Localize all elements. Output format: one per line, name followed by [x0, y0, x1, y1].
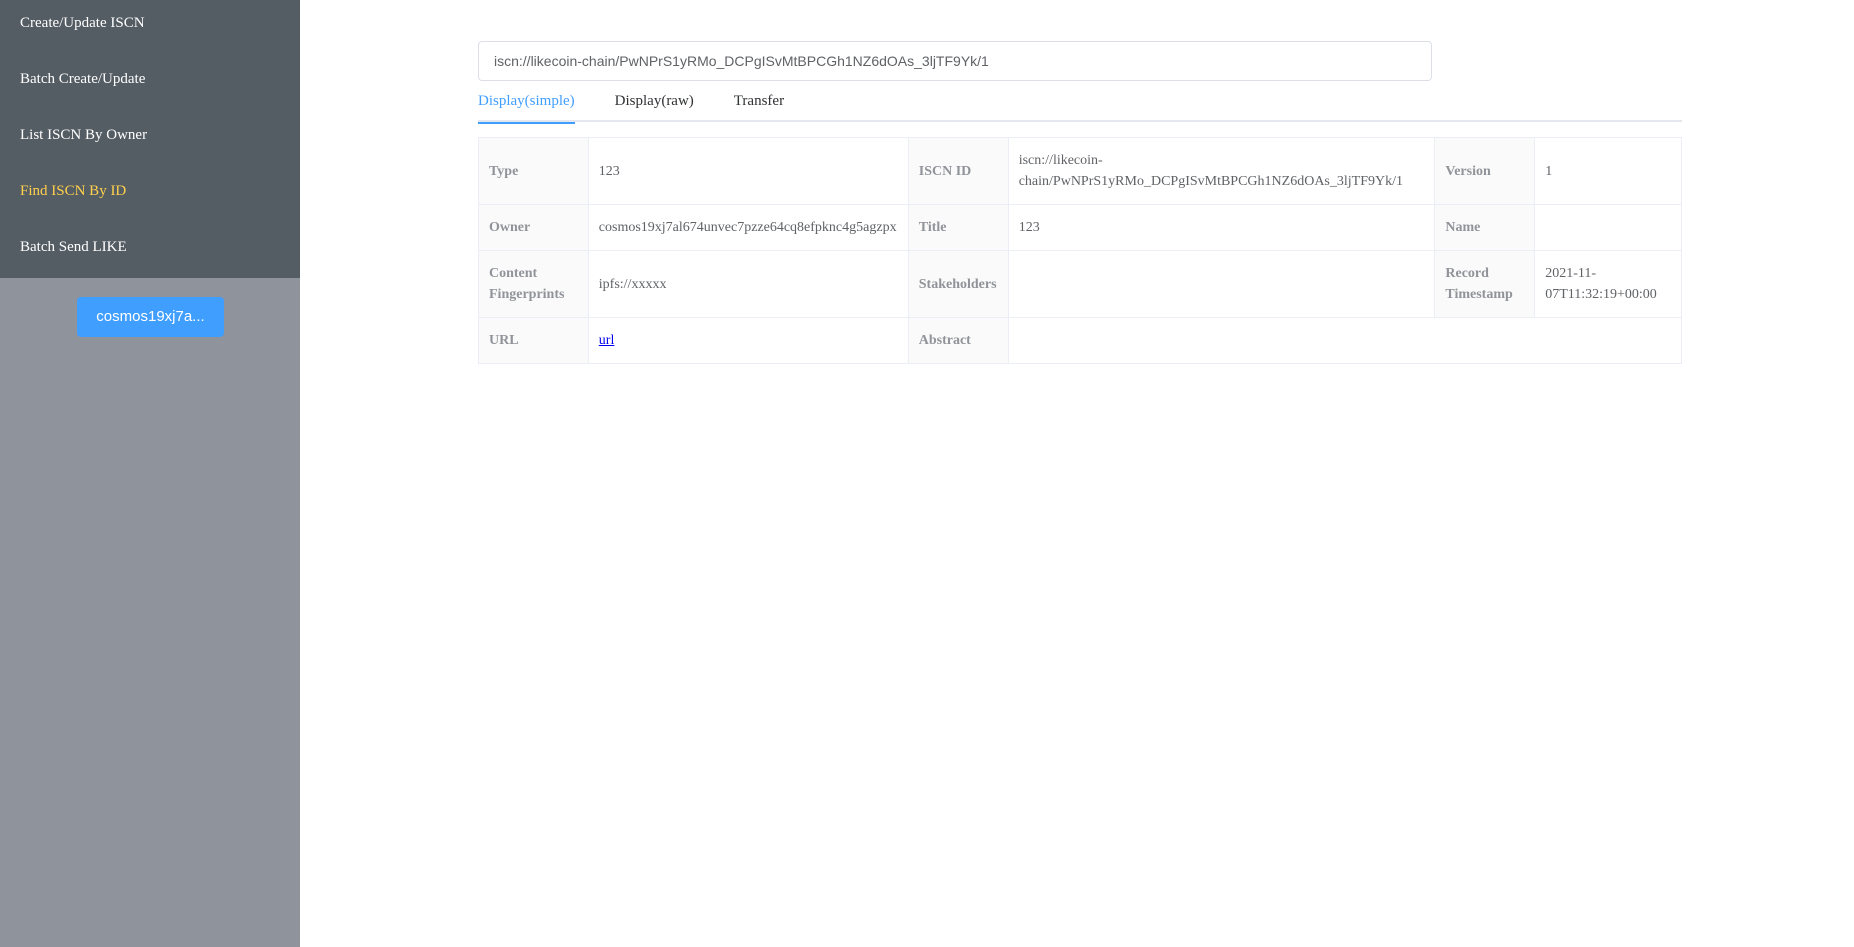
record-timestamp-label: Record Timestamp: [1434, 250, 1536, 318]
stakeholders-value: [1007, 250, 1436, 318]
url-label: URL: [478, 317, 589, 364]
title-value: 123: [1007, 204, 1436, 251]
owner-label: Owner: [478, 204, 589, 251]
type-value: 123: [587, 137, 909, 205]
sidebar-item-find-iscn-by-id[interactable]: Find ISCN By ID: [0, 168, 300, 224]
tab-display-raw[interactable]: Display(raw): [615, 86, 694, 122]
sidebar-item-batch-create-update[interactable]: Batch Create/Update: [0, 56, 300, 112]
table-row: URL url Abstract: [478, 317, 1683, 364]
abstract-label: Abstract: [907, 317, 1009, 364]
name-label: Name: [1434, 204, 1536, 251]
title-label: Title: [907, 204, 1009, 251]
url-link[interactable]: url: [599, 333, 615, 348]
sidebar: Create/Update ISCN Batch Create/Update L…: [0, 0, 300, 947]
table-row: Type 123 ISCN ID iscn://likecoin-chain/P…: [478, 137, 1682, 205]
content-fingerprints-value: ipfs://xxxxx: [587, 250, 909, 318]
main-content: Display(simple) Display(raw) Transfer Ty…: [300, 0, 1854, 947]
table-row: Owner cosmos19xj7al674unvec7pzze64cq8efp…: [478, 204, 1682, 251]
tab-display-simple[interactable]: Display(simple): [478, 86, 575, 124]
owner-value: cosmos19xj7al674unvec7pzze64cq8efpknc4g5…: [587, 204, 909, 251]
version-label: Version: [1434, 137, 1536, 205]
table-row: Content Fingerprints ipfs://xxxxx Stakeh…: [478, 250, 1682, 318]
version-value: 1: [1534, 137, 1682, 205]
iscn-record-table: Type 123 ISCN ID iscn://likecoin-chain/P…: [478, 137, 1683, 364]
content-fingerprints-label: Content Fingerprints: [478, 250, 589, 318]
abstract-value: [1007, 317, 1683, 364]
sidebar-item-create-update-iscn[interactable]: Create/Update ISCN: [0, 0, 300, 56]
stakeholders-label: Stakeholders: [907, 250, 1009, 318]
record-timestamp-value: 2021-11-07T11:32:19+00:00: [1534, 250, 1682, 318]
wallet-address-button[interactable]: cosmos19xj7a...: [77, 297, 224, 337]
tab-bar: Display(simple) Display(raw) Transfer: [478, 86, 1682, 124]
iscn-id-value: iscn://likecoin-chain/PwNPrS1yRMo_DCPgIS…: [1007, 137, 1436, 205]
sidebar-menu: Create/Update ISCN Batch Create/Update L…: [0, 0, 300, 278]
iscn-id-input[interactable]: [478, 41, 1432, 81]
sidebar-item-batch-send-like[interactable]: Batch Send LIKE: [0, 224, 300, 280]
iscn-id-label: ISCN ID: [907, 137, 1009, 205]
type-label: Type: [478, 137, 589, 205]
tab-transfer[interactable]: Transfer: [734, 86, 784, 122]
app: Create/Update ISCN Batch Create/Update L…: [0, 0, 1854, 947]
name-value: [1534, 204, 1682, 251]
url-cell: url: [587, 317, 909, 364]
sidebar-item-list-iscn-by-owner[interactable]: List ISCN By Owner: [0, 112, 300, 168]
